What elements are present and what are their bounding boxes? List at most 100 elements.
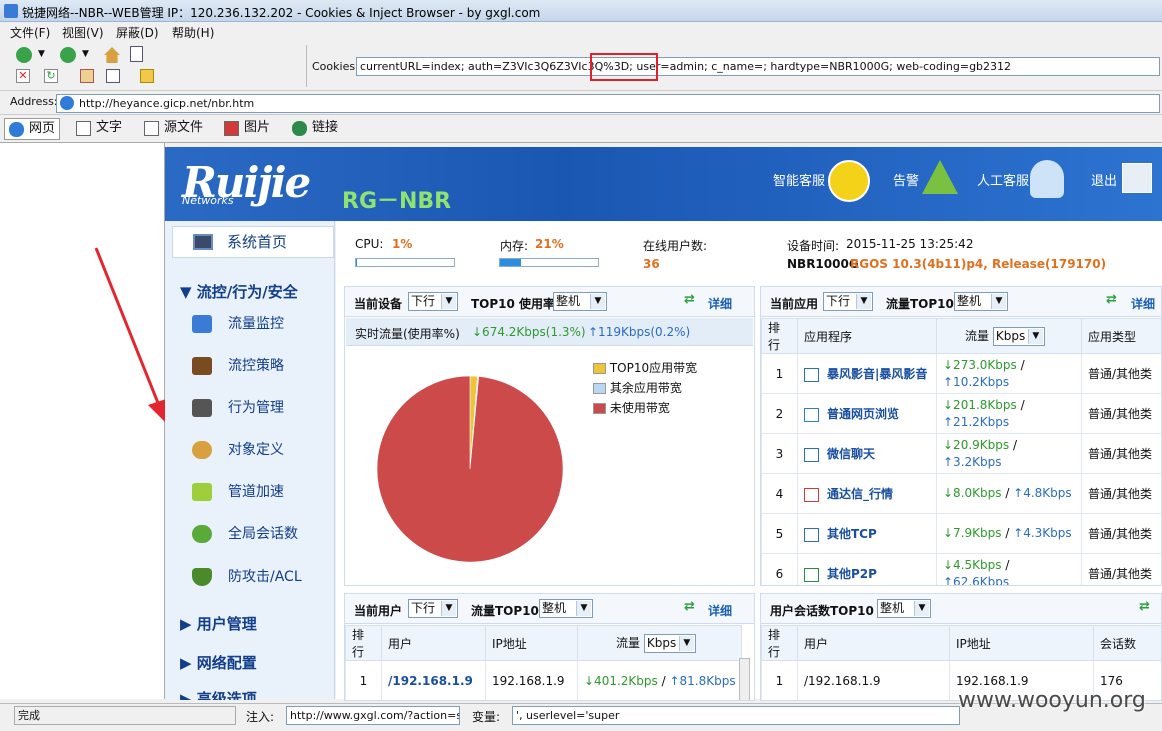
cpu-bar-fill — [356, 259, 357, 266]
inject-field[interactable]: http://www.gxgl.com/?action=show — [286, 706, 460, 725]
refresh-icon[interactable]: ⇄ — [684, 292, 695, 307]
sidebar-item-sessions[interactable]: 全局会话数 — [190, 522, 298, 546]
app-name-cell[interactable]: 微信聊天 — [797, 433, 937, 474]
refresh-icon[interactable]: ↻ — [44, 69, 58, 83]
logout-link[interactable]: 退出 — [1091, 170, 1117, 189]
user-label: 当前用户 — [354, 604, 403, 618]
copy-icon[interactable] — [80, 69, 94, 83]
stop-icon[interactable]: ✕ — [16, 69, 30, 83]
back-icon[interactable] — [16, 47, 32, 63]
menu-file[interactable]: 文件(F) — [10, 24, 50, 41]
app-name-cell[interactable]: 暴风影音|暴风影音 — [797, 353, 937, 394]
favorites-icon[interactable] — [140, 69, 154, 83]
chevron-down-icon: ▼ — [678, 635, 694, 651]
refresh-icon[interactable]: ⇄ — [1139, 599, 1150, 614]
app-label: 当前应用 — [770, 297, 819, 311]
sidebar-group-flow-security[interactable]: ▼ 流控/行为/安全 — [180, 281, 298, 302]
traffic-cell: ↓8.0Kbps / ↑4.8Kbps — [936, 473, 1082, 514]
user-direction-select[interactable]: 下行 ▼ — [408, 599, 458, 618]
tab-links[interactable]: 链接 — [288, 118, 344, 140]
app-icon — [804, 447, 819, 462]
sidebar-group-network[interactable]: ▶ 网络配置 — [180, 652, 257, 673]
scrollbar[interactable] — [739, 658, 750, 700]
chevron-down-icon: ▼ — [576, 601, 591, 616]
back-dropdown-icon[interactable]: ▼ — [38, 49, 45, 59]
device-panel: 当前设备 下行 ▼ TOP10 使用率 整机 ▼ ⇄ 详细 实时流量(使用率%) ↓… — [344, 286, 755, 586]
traffic-cell: ↓20.9Kbps / ↑3.2Kbps — [936, 433, 1082, 474]
app-table: 排行 应用程序 流量 Kbps ▼ 应用类型 1 暴风影音|暴风影音 ↓273.0Kb… — [761, 318, 1161, 585]
app-name-cell[interactable]: 其他TCP — [797, 513, 937, 554]
paste-icon[interactable] — [106, 69, 120, 83]
chevron-down-icon: ▼ — [1027, 328, 1043, 344]
menu-help[interactable]: 帮助(H) — [172, 24, 214, 41]
user-top10-label: 流量TOP10 — [471, 604, 539, 618]
logout-icon[interactable] — [1122, 163, 1152, 193]
chevron-down-icon: ▼ — [914, 601, 929, 616]
alarm-link[interactable]: 告警 — [893, 170, 919, 189]
traffic-monitor-icon — [192, 315, 212, 333]
smiley-icon[interactable] — [828, 160, 870, 202]
session-panel: 用户会话数TOP10 整机 ▼ ⇄ 排行 用户 IP地址 会话数 1 /192.1… — [760, 593, 1162, 701]
table-row: 5 其他TCP ↓7.9Kbps / ↑4.3Kbps 普通/其他类 — [761, 513, 1161, 554]
app-unit-select[interactable]: Kbps ▼ — [992, 326, 1045, 346]
user-scope-select[interactable]: 整机 ▼ — [539, 599, 593, 618]
table-row: 2 普通网页浏览 ↓201.8Kbps / ↑21.2Kbps 普通/其他类 — [761, 393, 1161, 434]
forward-icon[interactable] — [60, 47, 76, 63]
app-icon — [804, 567, 819, 582]
menu-block[interactable]: 屏蔽(D) — [116, 24, 159, 41]
tab-source[interactable]: 源文件 — [140, 118, 210, 140]
device-model: NBR1000G — [787, 257, 859, 271]
top10-usage-label: TOP10 使用率 — [471, 297, 556, 311]
tab-webpage[interactable]: 网页 — [4, 118, 60, 140]
app-icon — [804, 487, 819, 502]
sidebar-group-users[interactable]: ▶ 用户管理 — [180, 613, 257, 634]
memory-value: 21% — [535, 237, 564, 251]
user-detail-link[interactable]: 详细 — [708, 602, 732, 619]
address-field[interactable]: http://heyance.gicp.net/nbr.htm — [56, 94, 1160, 113]
sidebar-item-object[interactable]: 对象定义 — [190, 438, 284, 462]
home-icon[interactable] — [104, 47, 120, 63]
device-detail-link[interactable]: 详细 — [708, 295, 732, 312]
pie-slice-3 — [376, 375, 564, 563]
session-scope-select[interactable]: 整机 ▼ — [877, 599, 931, 618]
source-icon — [144, 121, 159, 136]
column-header: 应用类型 — [1081, 318, 1161, 354]
chevron-down-icon: ▼ — [441, 294, 456, 309]
forward-dropdown-icon[interactable]: ▼ — [82, 49, 89, 59]
refresh-icon[interactable]: ⇄ — [1106, 292, 1117, 307]
user-cell[interactable]: /192.168.1.9 — [381, 660, 486, 700]
person-icon[interactable] — [1030, 160, 1064, 198]
sidebar-item-flow-policy[interactable]: 流控策略 — [190, 354, 284, 378]
menu-view[interactable]: 视图(V) — [62, 24, 104, 41]
refresh-icon[interactable]: ⇄ — [684, 599, 695, 614]
smart-service-link[interactable]: 智能客服 — [773, 170, 825, 189]
app-name-cell[interactable]: 通达信_行情 — [797, 473, 937, 514]
device-direction-select[interactable]: 下行 ▼ — [408, 292, 458, 311]
app-scope-select[interactable]: 整机 ▼ — [954, 292, 1008, 311]
rank-cell: 1 — [761, 353, 798, 394]
app-detail-link[interactable]: 详细 — [1131, 295, 1155, 312]
new-page-icon[interactable] — [130, 46, 143, 62]
device-scope-select[interactable]: 整机 ▼ — [553, 292, 607, 311]
memory-bar-fill — [500, 259, 521, 266]
app-type-cell: 普通/其他类 — [1081, 433, 1161, 474]
manual-service-link[interactable]: 人工客服 — [977, 170, 1029, 189]
tab-images[interactable]: 图片 — [220, 118, 276, 140]
app-direction-select[interactable]: 下行 ▼ — [823, 292, 873, 311]
cookies-field[interactable]: currentURL=index; auth=Z3VIc3Q6Z3VIc3Q%3… — [356, 57, 1160, 76]
sidebar-item-behavior[interactable]: 行为管理 — [190, 396, 284, 420]
tab-text[interactable]: 文字 — [72, 118, 128, 140]
app-name-cell[interactable]: 普通网页浏览 — [797, 393, 937, 434]
traffic-cell: ↓273.0Kbps / ↑10.2Kbps — [936, 353, 1082, 394]
app-icon — [804, 367, 819, 382]
table-row: 1 /192.168.1.9 192.168.1.9 ↓401.2Kbps / … — [345, 660, 742, 700]
user-unit-select[interactable]: Kbps ▼ — [643, 633, 696, 653]
sidebar-item-pipe-accel[interactable]: 管道加速 — [190, 480, 284, 504]
sidebar-item-home[interactable]: 系统首页 — [172, 226, 334, 258]
app-name-cell[interactable]: 其他P2P — [797, 553, 937, 585]
variable-field[interactable]: ', userlevel='super — [512, 706, 960, 725]
address-label: Address: — [10, 95, 58, 108]
sidebar-item-acl[interactable]: 防攻击/ACL — [190, 565, 302, 589]
sidebar-item-traffic-monitor[interactable]: 流量监控 — [190, 312, 284, 336]
sidebar-group-advanced[interactable]: ▶ 高级选项 — [180, 688, 257, 700]
